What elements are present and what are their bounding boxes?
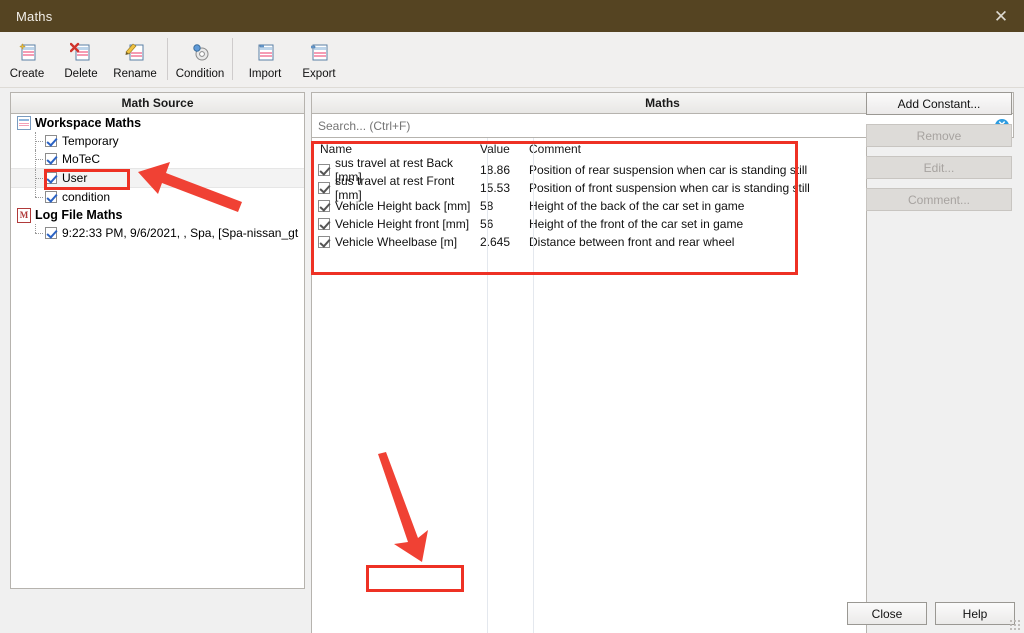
table-row[interactable]: sus travel at rest Front [mm] 15.53 Posi… [312, 174, 866, 202]
row-checkbox[interactable] [318, 182, 330, 194]
export-button[interactable]: Export [292, 36, 346, 80]
export-icon [308, 40, 330, 66]
constant-comment: Position of rear suspension when car is … [529, 163, 808, 177]
workspace-maths-icon [17, 116, 31, 130]
rename-label: Rename [113, 68, 157, 80]
close-icon[interactable]: ✕ [978, 0, 1024, 32]
resize-grip[interactable] [1009, 619, 1021, 631]
export-label: Export [302, 68, 336, 80]
comment-button: Comment... [866, 188, 1012, 211]
row-checkbox[interactable] [318, 164, 330, 176]
condition-label: Condition [175, 68, 225, 80]
create-button[interactable]: Create [0, 36, 54, 80]
tree-item-label: 9:22:33 PM, 9/6/2021, , Spa, [Spa-nissan… [62, 226, 299, 240]
maths-dialog: Maths ✕ Create Delete Rename Condition I… [0, 0, 1024, 633]
rename-button[interactable]: Rename [108, 36, 162, 80]
tree-item-label: condition [62, 190, 111, 204]
toolbar-separator-1 [167, 38, 168, 80]
import-icon [254, 40, 276, 66]
column-divider [533, 138, 534, 633]
tree-item-temporary[interactable]: Temporary [11, 132, 304, 150]
close-button[interactable]: Close [847, 602, 927, 625]
table-row[interactable]: Vehicle Height front [mm] 56 Height of t… [312, 215, 866, 233]
tree-group-label: Log File Maths [35, 208, 123, 222]
row-checkbox[interactable] [318, 200, 330, 212]
tree-item-label: MoTeC [62, 152, 101, 166]
help-button[interactable]: Help [935, 602, 1015, 625]
constants-actions: Add Constant... Remove Edit... Comment..… [866, 92, 1014, 220]
condition-button[interactable]: Condition [173, 36, 227, 80]
tree-item-checkbox[interactable] [45, 172, 57, 184]
row-checkbox[interactable] [318, 218, 330, 230]
tree-item-log-session[interactable]: 9:22:33 PM, 9/6/2021, , Spa, [Spa-nissan… [11, 224, 304, 242]
delete-label: Delete [64, 68, 98, 80]
tree-item-label: Temporary [62, 134, 119, 148]
import-button[interactable]: Import [238, 36, 292, 80]
tree-connector [33, 132, 45, 150]
constant-comment: Height of the front of the car set in ga… [529, 217, 744, 231]
constant-name: sus travel at rest Front [mm] [335, 174, 455, 202]
constant-name: Vehicle Height front [mm] [335, 217, 470, 231]
tree-connector [33, 169, 45, 187]
window-title: Maths [16, 8, 53, 24]
tree-connector [33, 188, 45, 206]
row-name-cell: sus travel at rest Front [mm] [312, 174, 480, 202]
condition-gear-icon [189, 40, 211, 66]
table-row[interactable]: Vehicle Height back [mm] 58 Height of th… [312, 197, 866, 215]
tree-item-checkbox[interactable] [45, 153, 57, 165]
math-source-header: Math Source [10, 92, 305, 114]
window-titlebar: Maths ✕ [0, 0, 1024, 32]
tree-item-checkbox[interactable] [45, 227, 57, 239]
tree-connector [33, 150, 45, 168]
log-file-maths-icon: M [17, 207, 31, 223]
constant-name: Vehicle Wheelbase [m] [335, 235, 458, 249]
column-header-comment[interactable]: Comment [526, 142, 866, 156]
tree-group-label: Workspace Maths [35, 116, 142, 130]
tree-item-checkbox[interactable] [45, 191, 57, 203]
remove-button: Remove [866, 124, 1012, 147]
tree-item-user[interactable]: User [11, 168, 304, 188]
math-source-panel: Math Source Workspace Maths Temporary Mo… [10, 92, 305, 589]
table-row[interactable]: Vehicle Wheelbase [m] 2.645 Distance bet… [312, 233, 866, 251]
tree-item-condition[interactable]: condition [11, 188, 304, 206]
rename-math-icon [124, 40, 146, 66]
row-name-cell: Vehicle Height front [mm] [312, 217, 480, 231]
delete-button[interactable]: Delete [54, 36, 108, 80]
add-constant-button[interactable]: Add Constant... [866, 92, 1012, 115]
edit-button: Edit... [866, 156, 1012, 179]
constant-comment: Position of front suspension when car is… [529, 181, 810, 195]
create-label: Create [9, 68, 45, 80]
import-label: Import [248, 68, 282, 80]
row-name-cell: Vehicle Wheelbase [m] [312, 235, 480, 249]
math-source-tree[interactable]: Workspace Maths Temporary MoTeC User con… [10, 114, 305, 589]
constant-comment: Distance between front and rear wheel [529, 235, 735, 249]
tree-group-log-file-maths[interactable]: M Log File Maths [11, 206, 304, 224]
tree-group-workspace-maths[interactable]: Workspace Maths [11, 114, 304, 132]
create-math-icon [16, 40, 38, 66]
tree-connector [33, 224, 45, 242]
toolbar-separator-2 [232, 38, 233, 80]
tree-item-label: User [62, 171, 88, 185]
row-name-cell: Vehicle Height back [mm] [312, 199, 480, 213]
constant-name: Vehicle Height back [mm] [335, 199, 471, 213]
constant-comment: Height of the back of the car set in gam… [529, 199, 745, 213]
toolbar: Create Delete Rename Condition Import Ex… [0, 32, 1024, 88]
column-header-name[interactable]: Name [312, 142, 480, 156]
tree-item-checkbox[interactable] [45, 135, 57, 147]
column-divider [487, 138, 488, 633]
tree-item-motec[interactable]: MoTeC [11, 150, 304, 168]
constants-grid[interactable]: Name Value Comment sus travel at rest Ba… [311, 138, 867, 633]
delete-math-icon [70, 40, 92, 66]
row-checkbox[interactable] [318, 236, 330, 248]
